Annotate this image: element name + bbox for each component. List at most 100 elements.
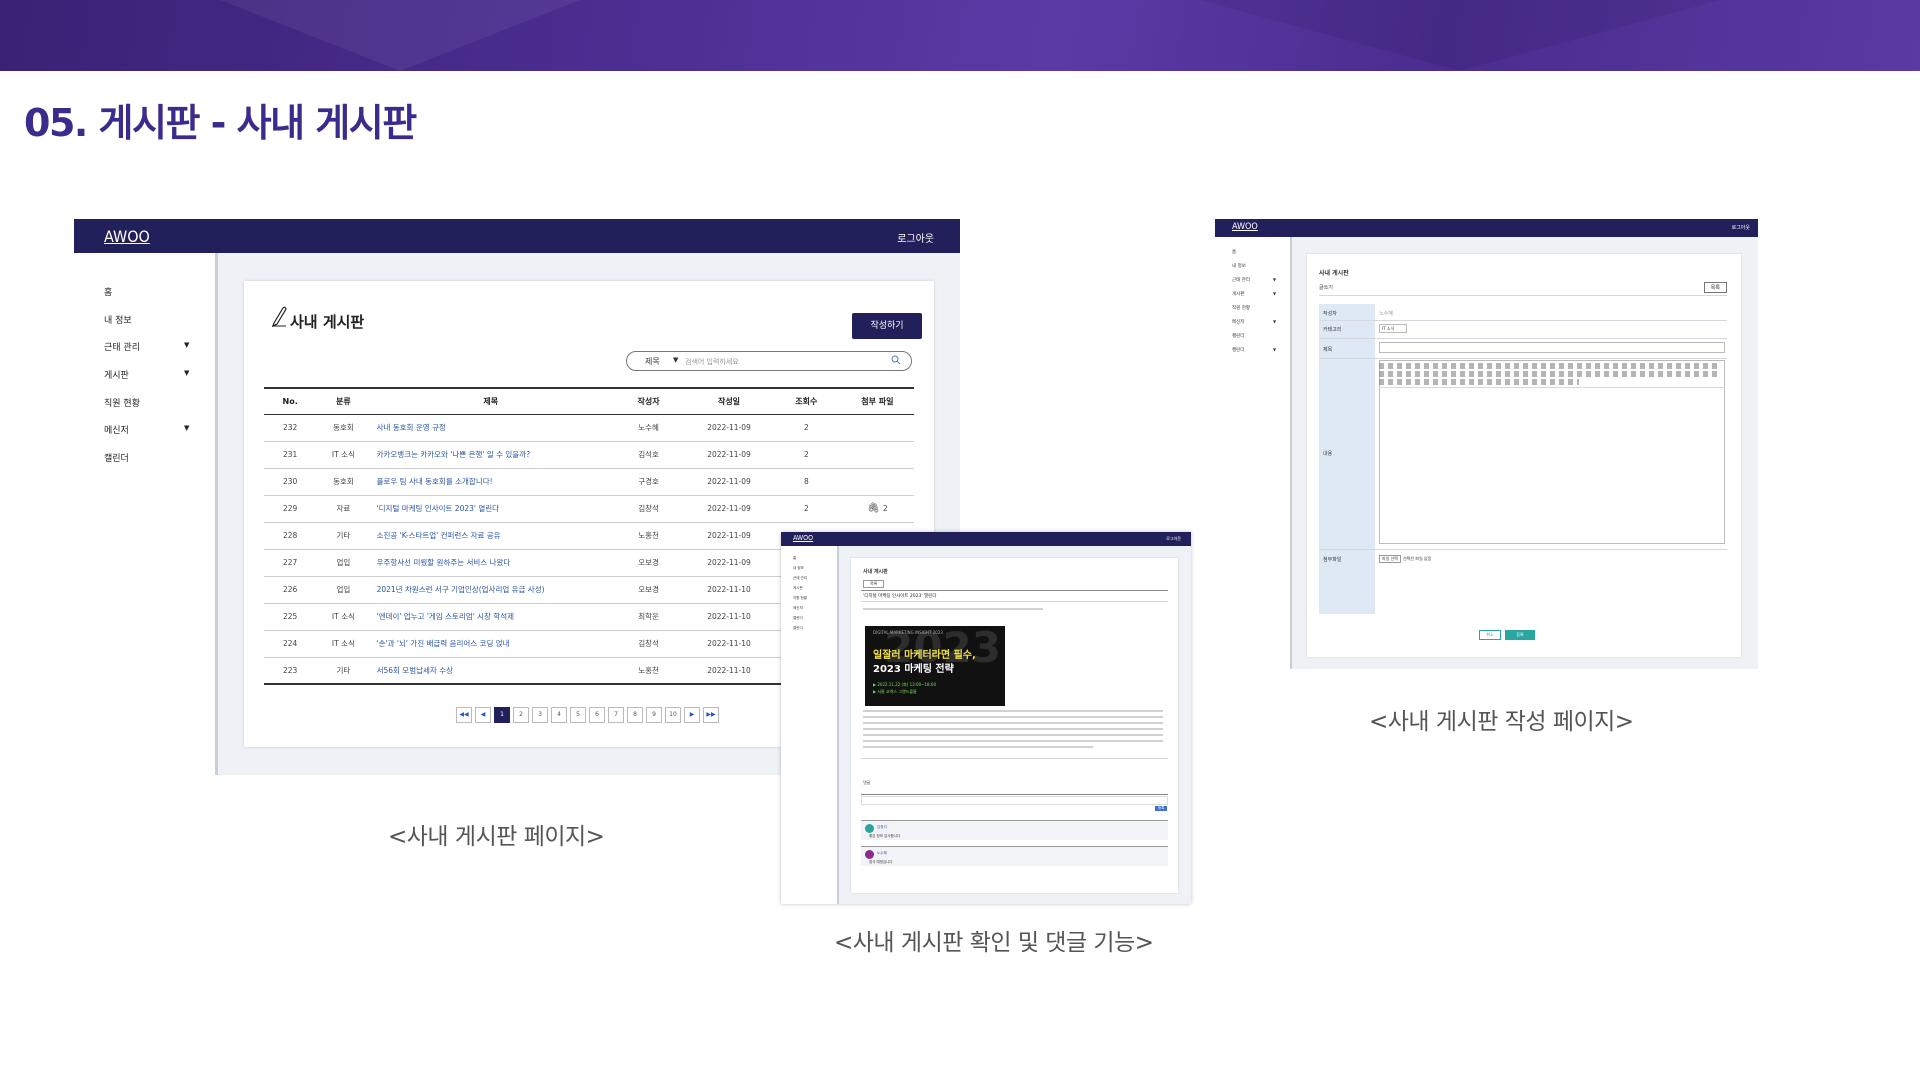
editor-toolbar[interactable]	[1379, 371, 1719, 377]
category-select[interactable]: IT 소식	[1379, 324, 1407, 333]
divider	[861, 601, 1168, 602]
sidebar-item-my-info[interactable]: 내 정보	[1232, 263, 1246, 269]
table-cell-views: 2	[771, 414, 841, 442]
comment-input[interactable]	[861, 796, 1168, 805]
search-icon[interactable]	[891, 355, 901, 365]
logout-link[interactable]: 로그아웃	[897, 230, 934, 245]
sidebar-item-my-info[interactable]: 내 정보	[104, 313, 132, 326]
comment-submit-button[interactable]: 등록	[1155, 806, 1168, 811]
logout-link[interactable]: 로그아웃	[1166, 536, 1181, 542]
paperclip-icon[interactable]: 🖇	[867, 503, 883, 514]
sidebar-item-calendar[interactable]: 캘린더	[104, 451, 129, 464]
table-row[interactable]: 231 IT 소식 카카오뱅크는 카카오와 '나쁜 은행' 일 수 있을까? 김석호 2…	[264, 441, 914, 469]
logo[interactable]: AWOO	[1232, 222, 1258, 232]
table-cell-cat: IT 소식	[316, 630, 371, 658]
logo[interactable]: AWOO	[104, 227, 150, 246]
sidebar-item-home[interactable]: 홈	[104, 285, 112, 298]
table-cell-title[interactable]: 우주항사선 미뤘할 원하주는 서비스 나왔다	[370, 549, 611, 577]
sidebar-item-home[interactable]: 홈	[793, 556, 796, 561]
sidebar-item-board[interactable]: 게시판	[793, 586, 803, 591]
divider	[1319, 358, 1727, 359]
write-button[interactable]: 작성하기	[852, 313, 922, 339]
table-cell-author: 오보경	[610, 549, 687, 577]
chevron-down-icon[interactable]: ▼	[1273, 277, 1276, 282]
sidebar-item-calendar[interactable]: 캘린더	[1232, 347, 1244, 353]
pager-page-button[interactable]: 2	[513, 707, 529, 723]
chevron-down-icon[interactable]: ▼	[1273, 319, 1276, 324]
pager-arrow-button[interactable]: ◀	[475, 707, 491, 723]
chevron-down-icon[interactable]: ▼	[1273, 347, 1276, 352]
table-cell-title[interactable]: 카카오뱅크는 카카오와 '나쁜 은행' 일 수 있을까?	[370, 441, 611, 469]
table-cell-date: 2022-11-10	[686, 657, 772, 685]
cancel-button[interactable]: 취소	[1479, 630, 1501, 640]
sidebar-item-messenger[interactable]: 메신저	[793, 606, 803, 611]
sidebar-item-my-info[interactable]: 내 정보	[793, 566, 804, 571]
list-button[interactable]: 목록	[863, 580, 885, 588]
editor-toolbar[interactable]	[1379, 363, 1719, 369]
chevron-down-icon[interactable]: ▼	[184, 341, 189, 349]
promo-caption: DIGITAL MARKETING INSIGHT 2023	[873, 630, 943, 635]
sidebar-item-calendar[interactable]: 캘린더	[793, 616, 803, 621]
pager-page-button[interactable]: 8	[627, 707, 643, 723]
pager-page-button[interactable]: 5	[570, 707, 586, 723]
pager-arrow-button[interactable]: ▶▶	[703, 707, 719, 723]
search-input[interactable]: 검색어 입력하세요	[685, 357, 739, 367]
pager-page-button[interactable]: 10	[665, 707, 681, 723]
sidebar-item-board[interactable]: 게시판	[104, 368, 129, 381]
post-title: '디지털 마케팅 인사이트 2023' 열린다	[863, 594, 937, 599]
sidebar-item-calendar[interactable]: 캘린더	[1232, 333, 1244, 339]
sidebar-item-attendance[interactable]: 근태 관리	[1232, 277, 1250, 283]
file-select-button[interactable]: 파일 선택	[1379, 555, 1401, 563]
table-cell-title[interactable]: '디지털 마케팅 인사이트 2023' 열린다	[370, 495, 611, 523]
chevron-down-icon[interactable]: ▼	[673, 356, 678, 364]
caption-list: <사내 게시판 페이지>	[388, 824, 605, 850]
editor-toolbar[interactable]	[1379, 379, 1579, 385]
table-cell-cat: 동호회	[316, 414, 371, 442]
file-status: 선택된 파일 없음	[1403, 556, 1432, 561]
post-text	[863, 710, 1163, 712]
pager-page-button[interactable]: 9	[646, 707, 662, 723]
sidebar-item-calendar[interactable]: 캘린더	[793, 626, 803, 631]
table-cell-title[interactable]: 소진공 'K-스타트업' 컨퍼런스 자료 공유	[370, 522, 611, 550]
pager-page-button[interactable]: 3	[532, 707, 548, 723]
sidebar-item-staff[interactable]: 직원 현황	[793, 596, 807, 601]
table-cell-title[interactable]: 사내 동호회 운영 규정	[370, 414, 611, 442]
logo[interactable]: AWOO	[793, 534, 813, 542]
table-row[interactable]: 229 자료 '디지털 마케팅 인사이트 2023' 열린다 김창석 2022-11-0…	[264, 495, 914, 523]
table-cell-title[interactable]: '손'과 '뇌' 가진 배급력 음리어스 코딩 얹내	[370, 630, 611, 658]
search-category-select[interactable]: 제목	[645, 356, 660, 367]
sidebar-item-messenger[interactable]: 메신저	[104, 423, 129, 436]
sidebar-item-staff[interactable]: 직원 현황	[104, 396, 140, 409]
pager-page-button[interactable]: 1	[494, 707, 510, 723]
list-button[interactable]: 목록	[1703, 282, 1727, 293]
sidebar-item-home[interactable]: 홈	[1232, 249, 1236, 255]
chevron-down-icon[interactable]: ▼	[1273, 291, 1276, 296]
table-cell-author: 김창석	[610, 630, 687, 658]
pager-page-button[interactable]: 6	[589, 707, 605, 723]
sidebar-item-staff[interactable]: 직원 현황	[1232, 305, 1250, 311]
promo-headline: 2023 마케팅 전략	[873, 664, 954, 675]
table-cell-title[interactable]: 서56회 모범납세자 수상	[370, 657, 611, 685]
pager-arrow-button[interactable]: ▶	[684, 707, 700, 723]
chevron-down-icon[interactable]: ▼	[184, 424, 189, 432]
search-bar[interactable]: 제목 ▼ 검색어 입력하세요	[626, 351, 912, 371]
sidebar-item-messenger[interactable]: 메신저	[1232, 319, 1244, 325]
divider	[1319, 338, 1727, 339]
sidebar-item-attendance[interactable]: 근태 관리	[104, 340, 140, 353]
table-row[interactable]: 232 동호회 사내 동호회 운영 규정 노수혜 2022-11-09 2	[264, 414, 914, 442]
sidebar-item-attendance[interactable]: 근태 관리	[793, 576, 807, 581]
pager-page-button[interactable]: 7	[608, 707, 624, 723]
author-value: 노수혜	[1379, 311, 1393, 317]
title-input[interactable]	[1379, 342, 1725, 353]
table-cell-title[interactable]: 2021년 차원스런 서구 기업인상(업사리업 유급 사성)	[370, 576, 611, 604]
table-cell-title[interactable]: 플로우 팀 사내 동호회를 소개합니다!	[370, 468, 611, 496]
pager-arrow-button[interactable]: ◀◀	[456, 707, 472, 723]
table-cell-no: 226	[264, 576, 317, 604]
table-cell-title[interactable]: '엔데이' 업누고 '게임 스토리엄' 시창 학석제	[370, 603, 611, 631]
pager-page-button[interactable]: 4	[551, 707, 567, 723]
submit-button[interactable]: 등록	[1505, 630, 1535, 640]
logout-link[interactable]: 로그아웃	[1732, 224, 1750, 231]
sidebar-item-board[interactable]: 게시판	[1232, 291, 1244, 297]
chevron-down-icon[interactable]: ▼	[184, 369, 189, 377]
table-row[interactable]: 230 동호회 플로우 팀 사내 동호회를 소개합니다! 구경호 2022-11-09 8	[264, 468, 914, 496]
